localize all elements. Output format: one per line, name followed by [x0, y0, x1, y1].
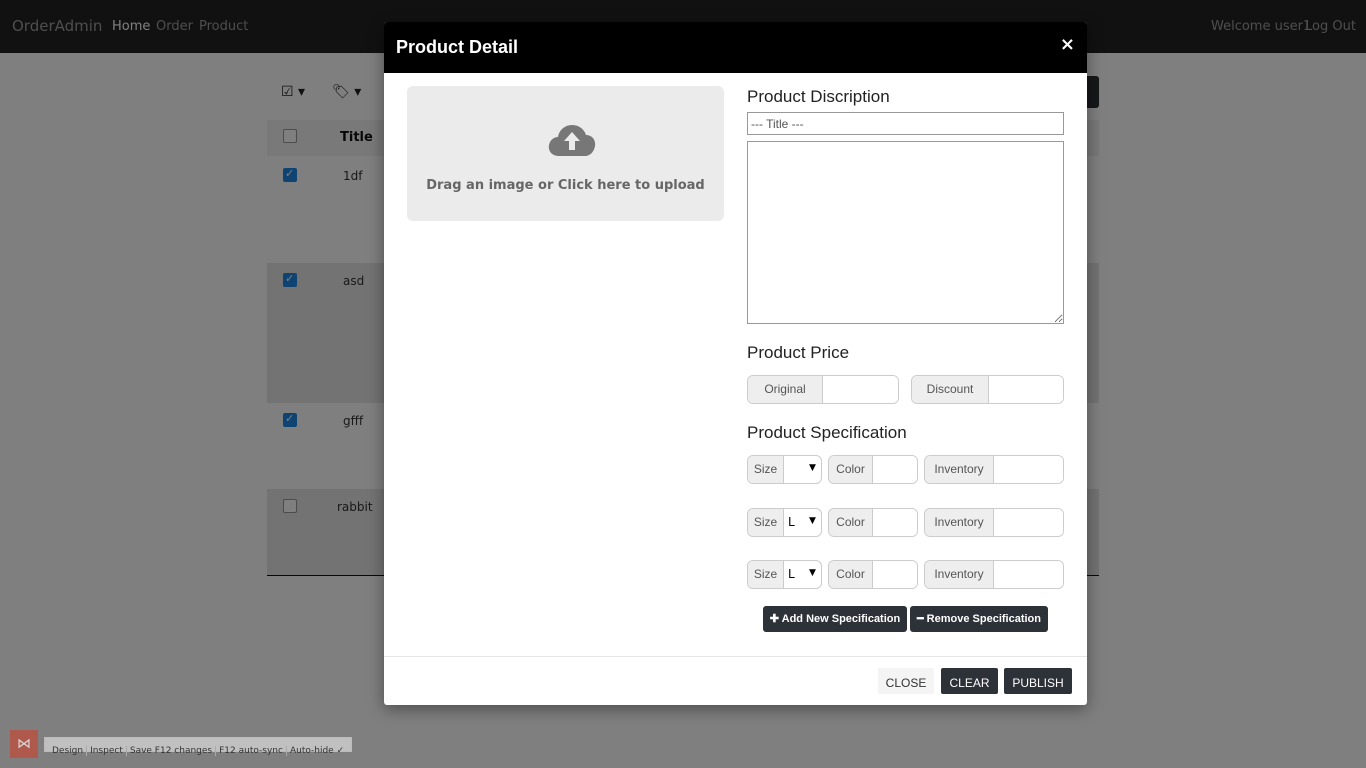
chevron-down-icon: ▼: [809, 516, 816, 526]
product-detail-modal: Product Detail × Drag an image or Click …: [384, 22, 1087, 705]
color-input[interactable]: [873, 456, 917, 483]
inventory-label: Inventory: [925, 561, 994, 588]
color-label: Color: [829, 561, 873, 588]
inventory-group: Inventory: [924, 560, 1064, 589]
size-label: Size: [748, 456, 784, 483]
inventory-group: Inventory: [924, 455, 1064, 484]
chevron-down-icon: ▼: [809, 463, 816, 473]
inventory-group: Inventory: [924, 508, 1064, 537]
publish-button[interactable]: PUBLISH: [1004, 668, 1072, 694]
price-heading: Product Price: [747, 343, 850, 362]
inspect-button[interactable]: Inspect: [87, 746, 127, 756]
original-price-group: Original: [747, 375, 899, 404]
browser-link-tools: Design Inspect Save F12 changes F12 auto-sy…: [44, 737, 353, 756]
discount-price-label: Discount: [912, 376, 989, 403]
auto-hide-toggle[interactable]: Auto-hide ✓: [287, 746, 347, 756]
f12-autosync-toggle[interactable]: F12 auto-sync: [216, 746, 287, 756]
title-input[interactable]: [747, 112, 1064, 135]
size-label: Size: [748, 509, 784, 536]
inventory-label: Inventory: [925, 509, 994, 536]
save-f12-button[interactable]: Save F12 changes: [126, 746, 217, 756]
color-label: Color: [829, 456, 873, 483]
minus-icon: ━: [916, 613, 924, 625]
size-group: Size ▼: [747, 455, 822, 484]
color-input[interactable]: [873, 561, 917, 588]
modal-title: Product Detail: [396, 37, 519, 57]
inventory-input[interactable]: [994, 456, 1063, 483]
inventory-input[interactable]: [994, 509, 1063, 536]
inventory-input[interactable]: [994, 561, 1063, 588]
specification-heading: Product Specification: [747, 423, 907, 442]
add-specification-label: Add New Specification: [781, 613, 901, 625]
size-select-value[interactable]: L: [788, 515, 795, 529]
remove-specification-label: Remove Specification: [926, 613, 1041, 625]
chevron-down-icon: ▼: [809, 568, 816, 578]
color-input[interactable]: [873, 509, 917, 536]
visual-studio-icon[interactable]: ⋈: [10, 730, 38, 758]
image-upload-dropzone[interactable]: Drag an image or Click here to upload: [407, 86, 724, 221]
design-button[interactable]: Design: [49, 746, 88, 756]
color-group: Color: [828, 508, 918, 537]
description-heading: Product Discription: [747, 87, 890, 106]
inventory-label: Inventory: [925, 456, 994, 483]
original-price-input[interactable]: [823, 376, 898, 403]
modal-footer-divider: [384, 656, 1087, 657]
remove-specification-button[interactable]: ━ Remove Specification: [910, 606, 1048, 632]
discount-price-group: Discount: [911, 375, 1064, 404]
discount-price-input[interactable]: [989, 376, 1063, 403]
close-icon[interactable]: ×: [1060, 34, 1075, 55]
size-group: Size L ▼: [747, 508, 822, 537]
add-specification-button[interactable]: ✚ Add New Specification: [763, 606, 907, 632]
size-group: Size L ▼: [747, 560, 822, 589]
size-select-value[interactable]: L: [788, 567, 795, 581]
upload-instructions: Drag an image or Click here to upload: [426, 178, 705, 193]
description-textarea[interactable]: [747, 141, 1064, 324]
color-group: Color: [828, 560, 918, 589]
cloud-upload-icon: [548, 125, 596, 156]
color-label: Color: [829, 509, 873, 536]
plus-icon: ✚: [769, 613, 779, 625]
clear-button[interactable]: CLEAR: [941, 668, 998, 694]
color-group: Color: [828, 455, 918, 484]
close-button[interactable]: CLOSE: [878, 668, 934, 694]
size-label: Size: [748, 561, 784, 588]
original-price-label: Original: [748, 376, 823, 403]
modal-header: Product Detail ×: [384, 22, 1087, 73]
